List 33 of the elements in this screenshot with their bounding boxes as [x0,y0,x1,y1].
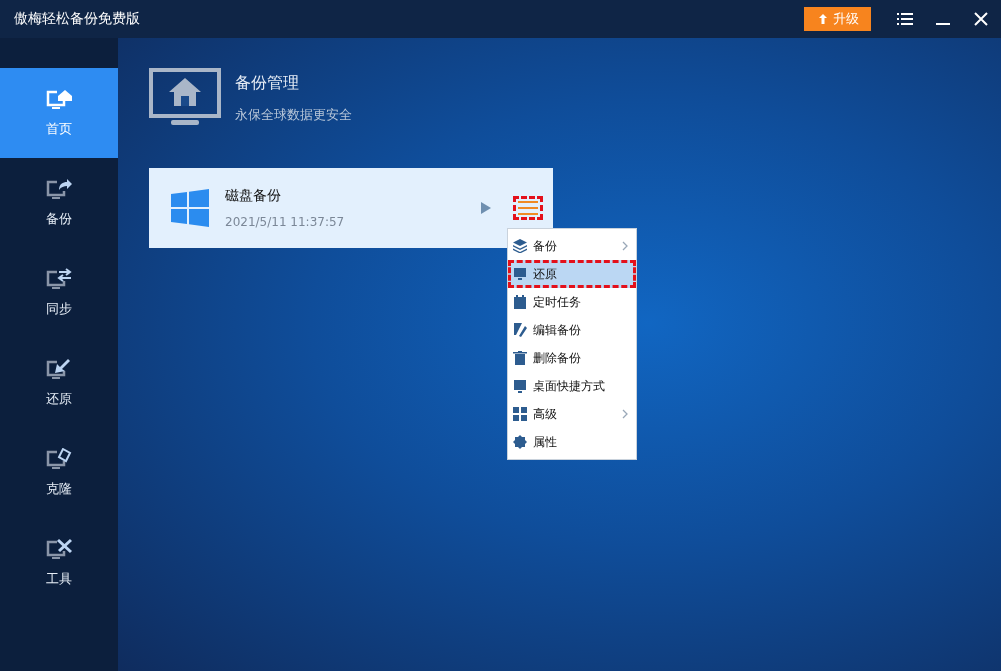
menu-item[interactable]: 桌面快捷方式 [508,372,636,400]
sidebar-item[interactable]: 备份 [0,158,118,248]
menu-item-icon [513,435,527,449]
windows-logo-icon [171,189,209,227]
play-icon[interactable] [481,202,491,214]
menu-item-icon [513,267,527,281]
menu-item[interactable]: 还原 [508,260,636,288]
sidebar-item[interactable]: 克隆 [0,428,118,518]
home-monitor-icon [149,68,221,128]
sidebar-item[interactable]: 还原 [0,338,118,428]
menu-icon[interactable] [897,12,913,26]
menu-item[interactable]: 编辑备份 [508,316,636,344]
section-title: 备份管理 [235,72,300,94]
menu-item-icon [513,295,527,309]
task-name: 磁盘备份 [225,187,282,205]
section-subtitle: 永保全球数据更安全 [235,105,352,124]
window-title: 傲梅轻松备份免费版 [14,10,140,28]
sidebar-item[interactable]: 同步 [0,248,118,338]
chevron-right-icon [622,241,628,251]
menu-item-icon [513,407,527,421]
annotation-highlight [513,196,543,220]
menu-item[interactable]: 删除备份 [508,344,636,372]
chevron-right-icon [622,409,628,419]
menu-item-icon [513,379,527,393]
menu-item-icon [513,239,527,253]
task-time: 2021/5/11 11:37:57 [225,215,346,229]
close-icon[interactable] [973,11,989,27]
menu-item[interactable]: 高级 [508,400,636,428]
menu-item[interactable]: 定时任务 [508,288,636,316]
menu-item-icon [513,351,527,365]
menu-item[interactable]: 属性 [508,428,636,456]
sidebar-item[interactable]: 工具 [0,518,118,608]
menu-item-icon [513,323,527,337]
